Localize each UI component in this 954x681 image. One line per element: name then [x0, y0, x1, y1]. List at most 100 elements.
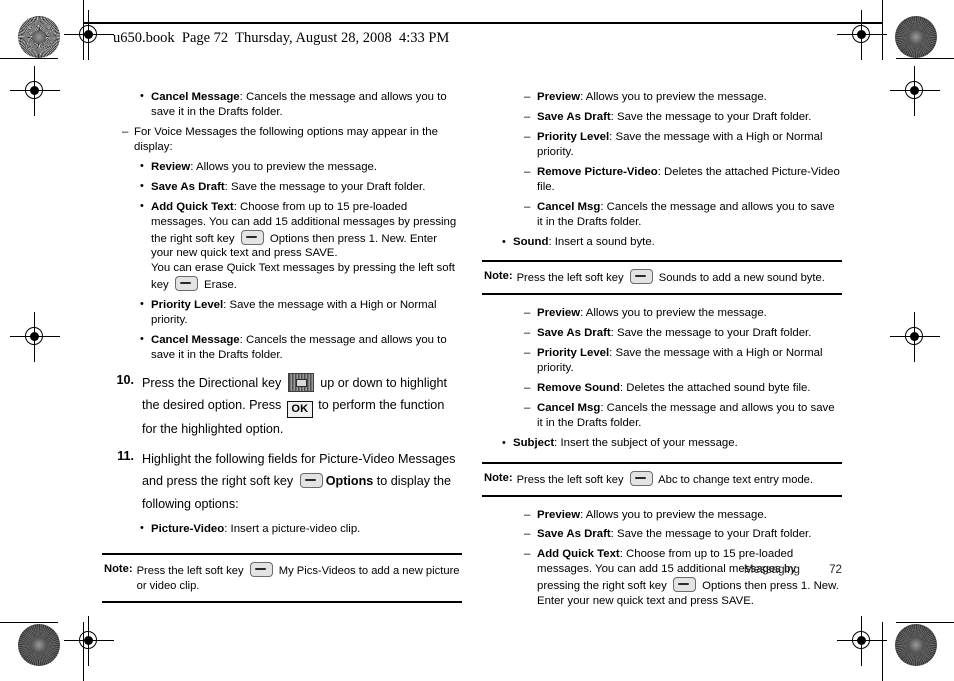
option-term: Cancel Msg [537, 401, 601, 414]
directional-key-icon [287, 373, 314, 392]
list-item-body: Priority Level: Save the message with a … [151, 298, 462, 328]
bullet-marker: • [140, 522, 144, 535]
option-description: : Insert a sound byte. [548, 235, 655, 248]
bullet-marker: • [140, 159, 144, 172]
list-item-body: Add Quick Text: Choose from up to 15 pre… [151, 200, 462, 294]
soft-key-icon [629, 269, 653, 285]
list-item-body: Add Quick Text: Choose from up to 15 pre… [537, 547, 842, 609]
list-item-sound: • Sound: Insert a sound byte. [482, 235, 842, 250]
option-term: Cancel Msg [537, 200, 601, 213]
option-description-part4: Erase. [200, 279, 237, 292]
list-item: – Preview: Allows you to preview the mes… [482, 306, 842, 321]
bullet-marker: • [140, 199, 144, 212]
option-term: Review [151, 160, 191, 173]
list-item: • Cancel Message: Cancels the message an… [102, 333, 462, 363]
option-term: Remove Sound [537, 381, 620, 394]
list-item: – Remove Picture-Video: Deletes the atta… [482, 165, 842, 195]
list-item: – Preview: Allows you to preview the mes… [482, 508, 842, 523]
list-item-body: Priority Level: Save the message with a … [537, 346, 842, 376]
option-term: Priority Level [151, 299, 224, 312]
note-text: Press the left soft key My Pics-Videos t… [136, 561, 460, 594]
note-label: Note: [484, 471, 513, 484]
option-description: : Allows you to preview the message. [580, 508, 767, 521]
option-description: : Allows you to preview the message. [580, 91, 767, 103]
crop-line-right-horizontal [896, 58, 954, 60]
option-description: : Insert the subject of your message. [554, 436, 738, 449]
option-term: Save As Draft [537, 110, 611, 123]
list-item-body: Cancel Message: Cancels the message and … [151, 333, 462, 363]
list-item-body: Save As Draft: Save the message to your … [537, 326, 842, 341]
option-description: : Insert a picture-video clip. [224, 523, 361, 536]
list-item: – Cancel Msg: Cancels the message and al… [482, 200, 842, 230]
note-text-part1: Press the left soft key [136, 564, 247, 577]
note-label: Note: [484, 270, 513, 283]
dash-marker: – [524, 200, 531, 213]
list-item-add-quick-text: • Add Quick Text: Choose from up to 15 p… [102, 200, 462, 294]
soft-key-icon [672, 577, 696, 593]
dash-marker: – [524, 307, 531, 320]
list-item: – Cancel Msg: Cancels the message and al… [482, 401, 842, 431]
header-filename-text: u650.book Page 72 Thursday, August 28, 2… [113, 29, 450, 46]
step-11: 11. Highlight the following fields for P… [102, 448, 462, 515]
dash-marker: – [524, 110, 531, 123]
list-item: – Save As Draft: Save the message to you… [482, 110, 842, 125]
list-item-body: Sound: Insert a sound byte. [513, 235, 842, 250]
list-item-body: Remove Picture-Video: Deletes the attach… [537, 165, 842, 195]
option-term: Save As Draft [151, 180, 225, 193]
list-item-body: Subject: Insert the subject of your mess… [513, 436, 842, 451]
list-item-body: Preview: Allows you to preview the messa… [537, 90, 842, 105]
list-item-body: Save As Draft: Save the message to your … [537, 110, 842, 125]
right-column: – Preview: Allows you to preview the mes… [482, 90, 842, 614]
option-description: : Allows you to preview the message. [580, 307, 767, 320]
option-term: Cancel Message [151, 91, 240, 103]
note-text: Press the left soft key Abc to change te… [516, 470, 840, 488]
soft-key-icon [240, 229, 264, 245]
option-term: Priority Level [537, 347, 610, 360]
option-term: Preview [537, 91, 581, 103]
bullet-marker: • [140, 298, 144, 311]
dash-marker: – [524, 327, 531, 340]
list-item: – Priority Level: Save the message with … [482, 130, 842, 160]
list-item-body: Save As Draft: Save the message to your … [537, 527, 842, 542]
bullet-marker: • [140, 179, 144, 192]
step-text-part1: Press the Directional key [142, 376, 285, 390]
crop-line-right-vertical-bottom [882, 622, 884, 681]
note-box-sounds: Note: Press the left soft key Sounds to … [482, 260, 842, 296]
crop-line-left-horizontal-bottom [0, 622, 58, 624]
options-label: Options [325, 474, 374, 489]
crop-line-left-horizontal [0, 58, 58, 60]
list-item-body: Remove Sound: Deletes the attached sound… [537, 381, 842, 396]
dash-marker: – [524, 548, 531, 561]
dash-marker: – [524, 165, 531, 178]
option-term: Add Quick Text [151, 200, 234, 213]
registration-target-left-upper [10, 66, 60, 116]
list-item-body: Picture-Video: Insert a picture-video cl… [151, 522, 462, 537]
list-item-subject: • Subject: Insert the subject of your me… [482, 436, 842, 451]
dash-marker: – [524, 508, 531, 521]
list-item: • Picture-Video: Insert a picture-video … [102, 522, 462, 537]
option-description: : Save the message to your Draft folder. [610, 110, 812, 123]
bullet-marker: • [140, 333, 144, 346]
dash-marker: – [524, 401, 531, 414]
soft-key-icon [299, 473, 323, 489]
list-item: • Cancel Message: Cancels the message an… [102, 90, 462, 120]
registration-target-left-middle [10, 312, 60, 362]
option-term: Picture-Video [151, 523, 225, 536]
list-item: – Remove Sound: Deletes the attached sou… [482, 381, 842, 396]
list-item-body: Cancel Message: Cancels the message and … [151, 90, 462, 120]
option-description: : Save the message to your Draft folder. [610, 528, 812, 541]
option-term: Preview [537, 307, 581, 320]
option-term: Subject [513, 436, 555, 449]
list-item-body: Preview: Allows you to preview the messa… [537, 508, 842, 523]
list-item-body: Cancel Msg: Cancels the message and allo… [537, 200, 842, 230]
note-text-part2: Sounds to add a new sound byte. [655, 272, 825, 285]
page-footer: Messaging 72 [482, 563, 842, 576]
dash-marker: – [524, 130, 531, 143]
option-term: Save As Draft [537, 528, 611, 541]
step-body: Highlight the following fields for Pictu… [142, 448, 462, 515]
registration-rosette-bottom-left [18, 624, 60, 666]
note-text-part1: Press the left soft key [516, 272, 627, 285]
note-text-part2: Abc to change text entry mode. [655, 473, 813, 486]
option-term: Add Quick Text [537, 548, 620, 561]
note-text-part1: Press the left soft key [516, 473, 627, 486]
